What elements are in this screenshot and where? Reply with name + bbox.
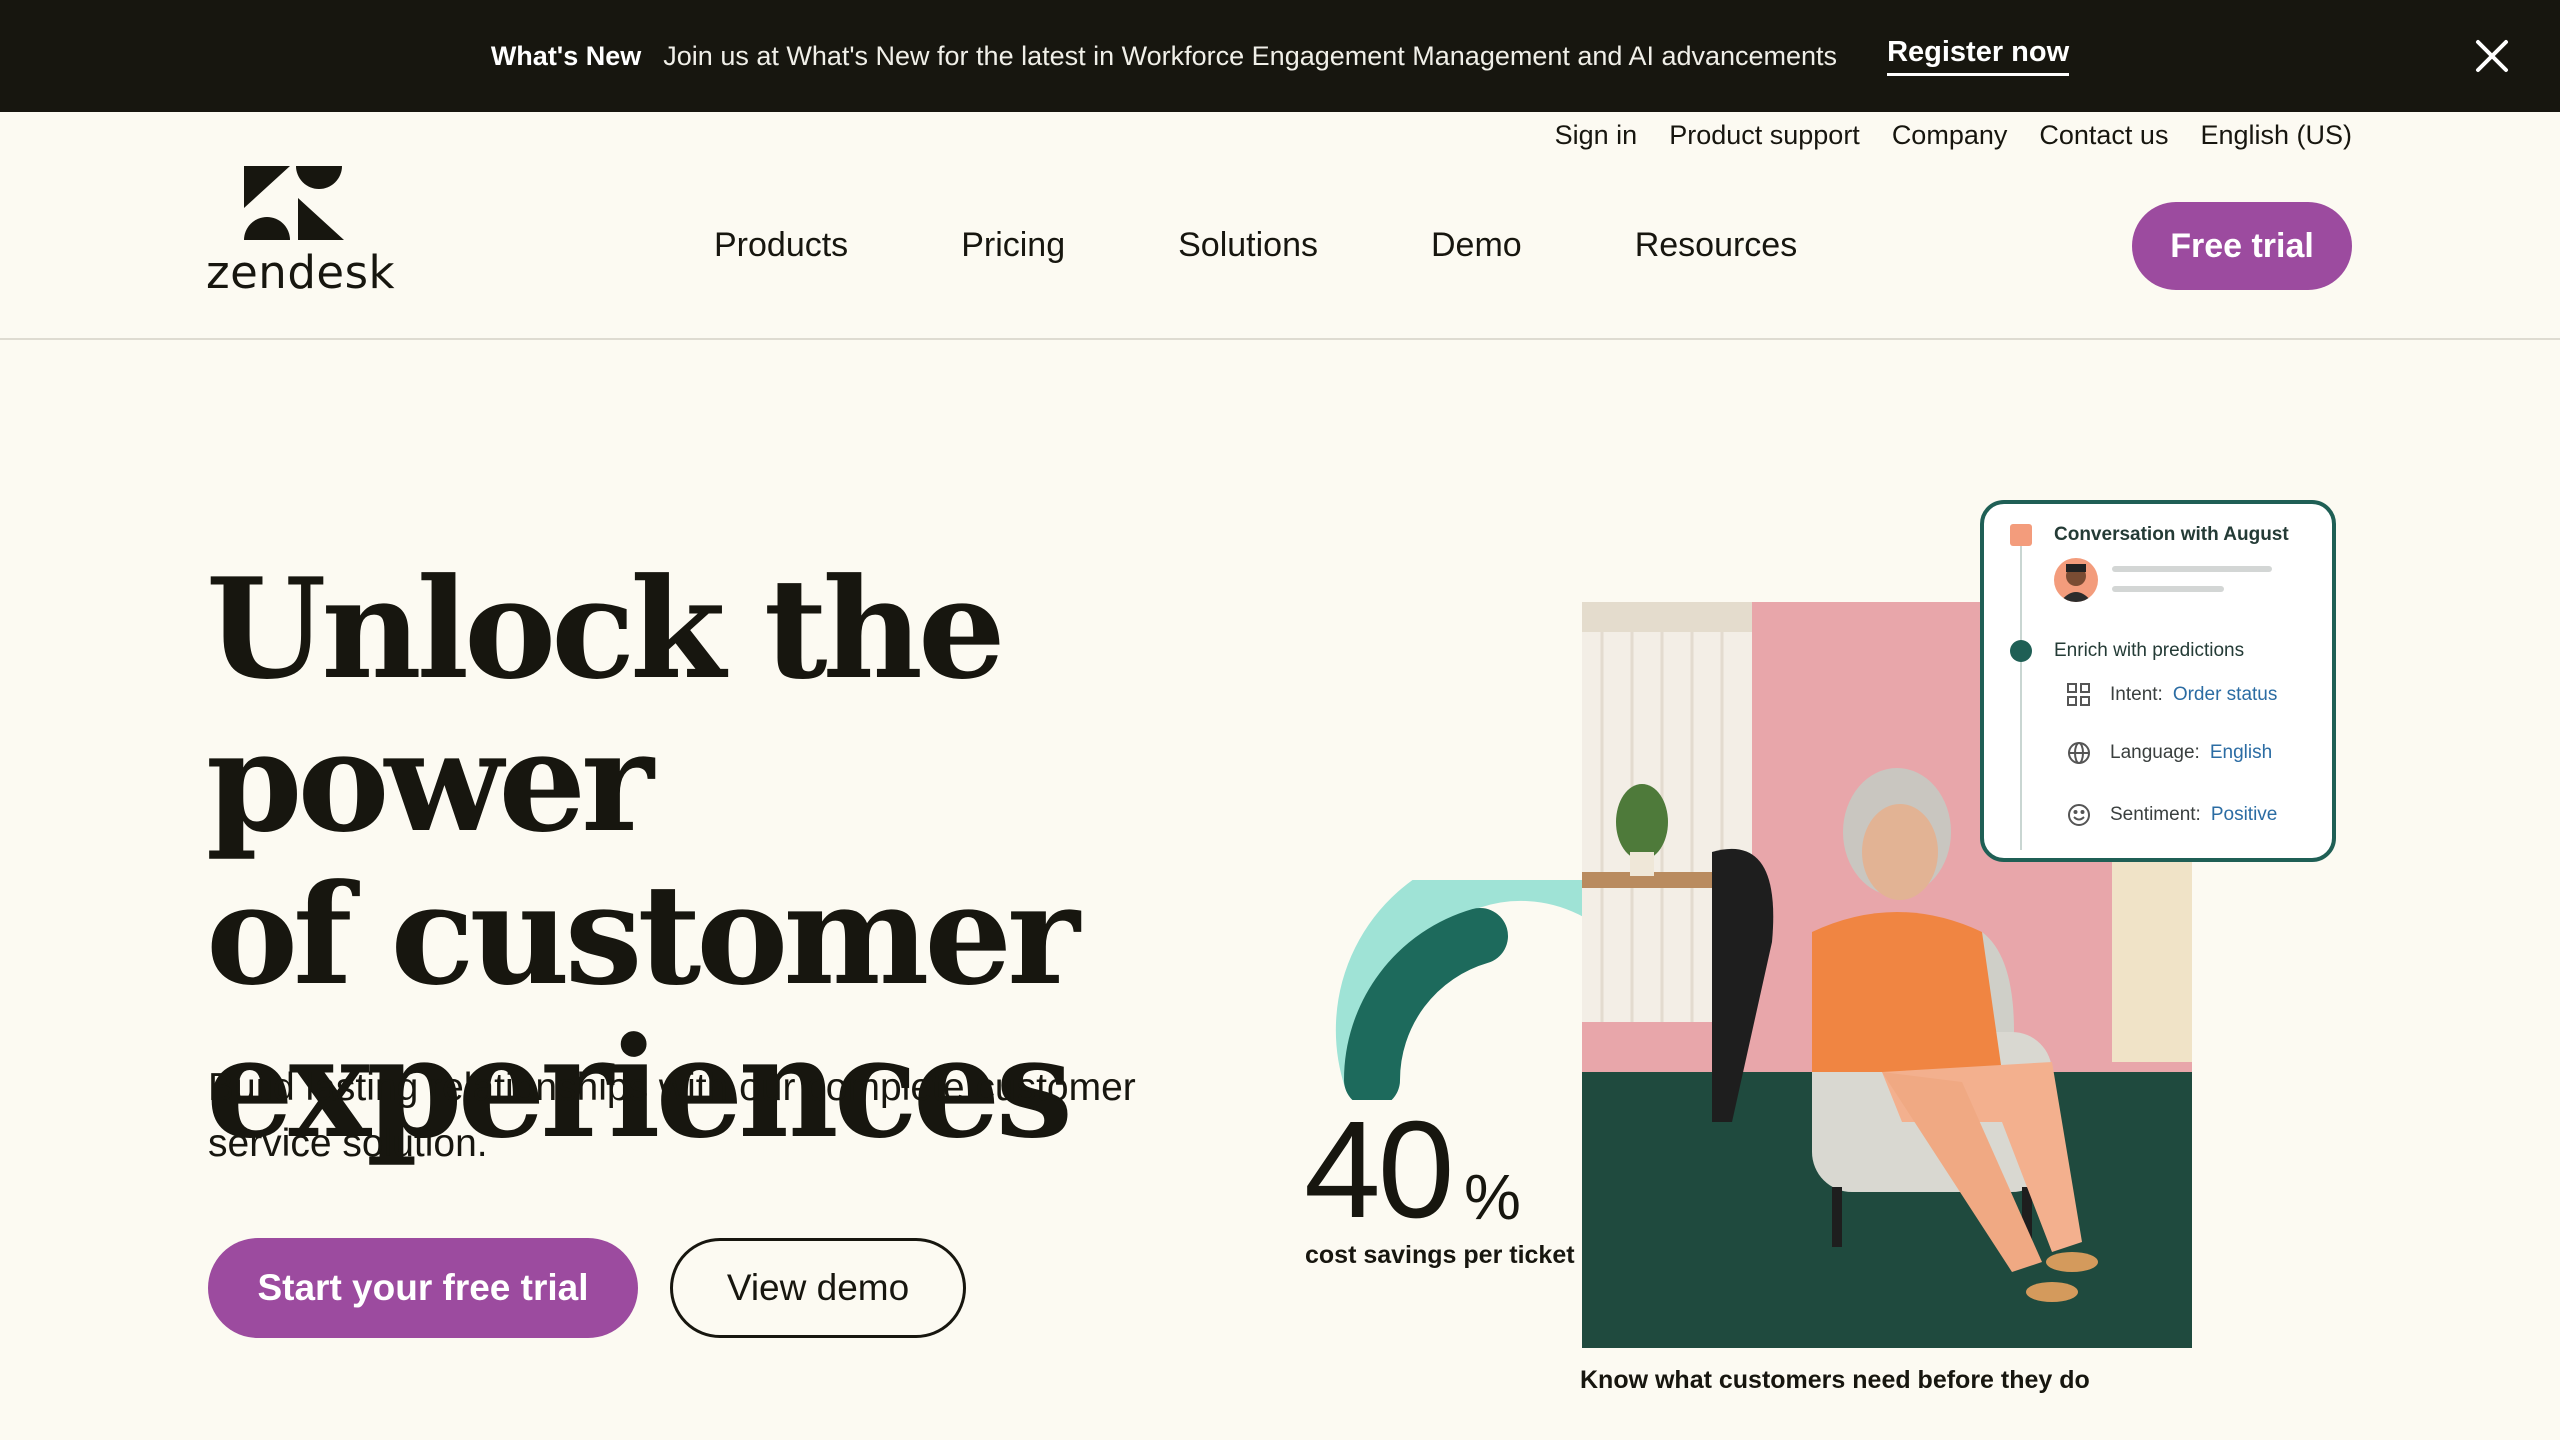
grid-icon [2066,682,2092,708]
prediction-marker-icon [2010,640,2032,662]
company-link[interactable]: Company [1892,120,2008,151]
announcement-label: What's New [490,40,642,71]
close-icon[interactable] [2472,36,2512,76]
message-placeholder [2112,586,2224,592]
hero-subtitle: Build lasting relationships with our com… [208,1066,1136,1165]
conversation-title: Conversation with August [2054,524,2289,545]
savings-stat-value: 40 [1304,1093,1454,1247]
contact-us-link[interactable]: Contact us [2039,120,2168,151]
header-divider [0,338,2560,340]
intent-value: Order status [2172,684,2278,705]
zendesk-z-logo [244,166,344,240]
timeline-line [2020,544,2022,850]
nav-solutions[interactable]: Solutions [1178,226,1318,265]
intent-label: Intent: [2110,684,2163,705]
language-row: Language: English [2066,740,2272,766]
nav-demo[interactable]: Demo [1431,226,1522,265]
main-nav: Products Pricing Solutions Demo Resource… [714,216,1797,274]
hero-title-line: Unlock the power [206,547,1006,863]
nav-resources[interactable]: Resources [1635,226,1798,265]
language-selector[interactable]: English (US) [2200,120,2352,151]
free-trial-button[interactable]: Free trial [2132,202,2352,290]
zendesk-wordmark: zendesk [206,246,396,299]
conversation-marker-icon [2010,524,2032,546]
sign-in-link[interactable]: Sign in [1555,120,1638,151]
sentiment-value: Positive [2210,804,2278,825]
globe-icon [2066,740,2092,766]
language-label: Language: [2110,742,2200,763]
savings-stat-label: cost savings per ticket [1305,1241,1575,1269]
announcement-bar: What's New Join us at What's New for the… [0,0,2560,112]
message-placeholder [2112,566,2272,572]
hero-title-line: of customer [206,853,1080,1016]
enrich-heading: Enrich with predictions [2054,640,2245,661]
savings-stat-unit: % [1464,1161,1521,1233]
language-value: English [2209,742,2273,763]
conversation-card: Conversation with August Enrich with pre… [1980,500,2336,862]
sentiment-label: Sentiment: [2110,804,2201,825]
avatar [2054,558,2098,602]
utility-nav: Sign in Product support Company Contact … [1555,112,2352,158]
smile-icon [2066,802,2092,828]
intent-row: Intent: Order status [2066,682,2277,708]
view-demo-button[interactable]: View demo [670,1238,966,1338]
nav-pricing[interactable]: Pricing [961,226,1065,265]
zendesk-logo[interactable]: zendesk [206,166,395,299]
start-free-trial-button[interactable]: Start your free trial [208,1238,638,1338]
product-support-link[interactable]: Product support [1669,120,1860,151]
sentiment-row: Sentiment: Positive [2066,802,2277,828]
nav-products[interactable]: Products [714,226,848,265]
announcement-message: Join us at What's New for the latest in … [663,40,1838,71]
photo-caption: Know what customers need before they do [1580,1366,2090,1394]
register-now-link[interactable]: Register now [1887,36,2070,76]
